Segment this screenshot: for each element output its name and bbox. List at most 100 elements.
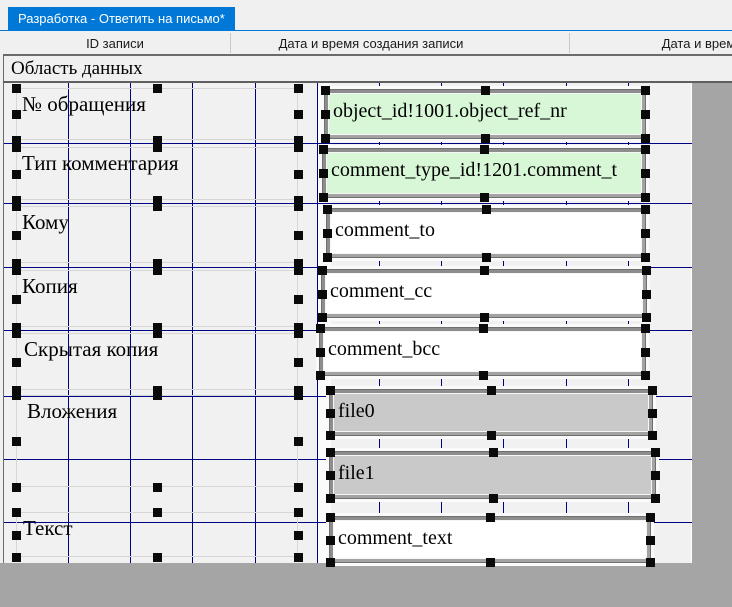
selection-handle[interactable] [482, 253, 491, 262]
selection-handle[interactable] [319, 145, 328, 154]
column-header-record-id[interactable]: ID записи [86, 35, 144, 53]
selection-handle[interactable] [486, 513, 495, 522]
selection-handle[interactable] [487, 386, 496, 395]
selection-handle[interactable] [326, 431, 335, 440]
selection-handle[interactable] [153, 483, 162, 492]
comment-bcc-field[interactable]: comment_bcc [320, 328, 645, 375]
selection-handle[interactable] [316, 348, 325, 357]
selection-handle[interactable] [153, 266, 162, 275]
selection-handle[interactable] [642, 266, 651, 275]
selection-handle[interactable] [641, 145, 650, 154]
form-label-6[interactable]: Текст [16, 512, 298, 557]
selection-handle[interactable] [489, 448, 498, 457]
selection-handle[interactable] [326, 536, 335, 545]
form-label-5[interactable]: Вложения [16, 395, 298, 487]
selection-handle[interactable] [480, 193, 489, 202]
selection-handle[interactable] [480, 313, 489, 322]
selection-handle[interactable] [480, 145, 489, 154]
selection-handle[interactable] [641, 169, 650, 178]
selection-handle[interactable] [651, 494, 660, 503]
selection-handle[interactable] [487, 431, 496, 440]
selection-handle[interactable] [12, 531, 21, 540]
selection-handle[interactable] [318, 313, 327, 322]
selection-handle[interactable] [323, 229, 332, 238]
selection-handle[interactable] [319, 193, 328, 202]
selection-handle[interactable] [12, 483, 21, 492]
selection-handle[interactable] [326, 386, 335, 395]
selection-handle[interactable] [294, 231, 303, 240]
selection-handle[interactable] [12, 358, 21, 367]
selection-handle[interactable] [481, 86, 490, 95]
selection-handle[interactable] [326, 448, 335, 457]
selection-handle[interactable] [326, 409, 335, 418]
file1-field[interactable]: file1 [330, 452, 655, 498]
selection-handle[interactable] [12, 231, 21, 240]
comment-cc-field[interactable]: comment_cc [322, 270, 646, 317]
selection-handle[interactable] [481, 134, 490, 143]
selection-handle[interactable] [648, 386, 657, 395]
selection-handle[interactable] [294, 553, 303, 562]
selection-handle[interactable] [294, 483, 303, 492]
selection-handle[interactable] [153, 329, 162, 338]
selection-handle[interactable] [12, 553, 21, 562]
file0-field[interactable]: file0 [330, 390, 652, 435]
selection-handle[interactable] [294, 266, 303, 275]
selection-handle[interactable] [294, 202, 303, 211]
selection-handle[interactable] [321, 134, 330, 143]
selection-handle[interactable] [294, 329, 303, 338]
selection-handle[interactable] [326, 471, 335, 480]
selection-handle[interactable] [641, 86, 650, 95]
selection-handle[interactable] [482, 205, 491, 214]
document-tab[interactable]: Разработка - Ответить на письмо* [8, 7, 235, 31]
selection-handle[interactable] [12, 391, 21, 400]
selection-handle[interactable] [648, 409, 657, 418]
selection-handle[interactable] [641, 253, 650, 262]
selection-handle[interactable] [641, 134, 650, 143]
selection-handle[interactable] [479, 324, 488, 333]
selection-handle[interactable] [479, 371, 488, 380]
selection-handle[interactable] [316, 371, 325, 380]
selection-handle[interactable] [651, 448, 660, 457]
selection-handle[interactable] [486, 558, 495, 567]
selection-handle[interactable] [321, 86, 330, 95]
selection-handle[interactable] [12, 110, 21, 119]
selection-handle[interactable] [294, 531, 303, 540]
selection-handle[interactable] [326, 513, 335, 522]
comment-type-field[interactable]: comment_type_id!1201.comment_t [323, 149, 645, 197]
column-header-created-datetime[interactable]: Дата и время создания записи [279, 35, 464, 53]
selection-handle[interactable] [318, 290, 327, 299]
selection-handle[interactable] [294, 84, 303, 93]
selection-handle[interactable] [318, 266, 327, 275]
selection-handle[interactable] [326, 558, 335, 567]
selection-handle[interactable] [12, 508, 21, 517]
selection-handle[interactable] [12, 295, 21, 304]
selection-handle[interactable] [648, 431, 657, 440]
selection-handle[interactable] [294, 437, 303, 446]
selection-handle[interactable] [294, 391, 303, 400]
data-band-header[interactable]: Область данных [4, 56, 732, 81]
selection-handle[interactable] [323, 205, 332, 214]
form-label-0[interactable]: № обращения [16, 88, 298, 140]
column-header-datetime[interactable]: Дата и время [662, 35, 732, 53]
selection-handle[interactable] [153, 84, 162, 93]
selection-handle[interactable] [153, 508, 162, 517]
selection-handle[interactable] [646, 513, 655, 522]
selection-handle[interactable] [641, 193, 650, 202]
selection-handle[interactable] [153, 202, 162, 211]
selection-handle[interactable] [480, 266, 489, 275]
selection-handle[interactable] [153, 391, 162, 400]
selection-handle[interactable] [641, 110, 650, 119]
selection-handle[interactable] [12, 329, 21, 338]
selection-handle[interactable] [646, 536, 655, 545]
selection-handle[interactable] [323, 253, 332, 262]
selection-handle[interactable] [12, 202, 21, 211]
selection-handle[interactable] [12, 170, 21, 179]
form-label-3[interactable]: Копия [16, 270, 298, 327]
selection-handle[interactable] [294, 508, 303, 517]
selection-handle[interactable] [326, 494, 335, 503]
form-label-4[interactable]: Скрытая копия [16, 333, 298, 390]
selection-handle[interactable] [153, 553, 162, 562]
selection-handle[interactable] [641, 348, 650, 357]
selection-handle[interactable] [12, 84, 21, 93]
comment-to-field[interactable]: comment_to [327, 209, 645, 257]
